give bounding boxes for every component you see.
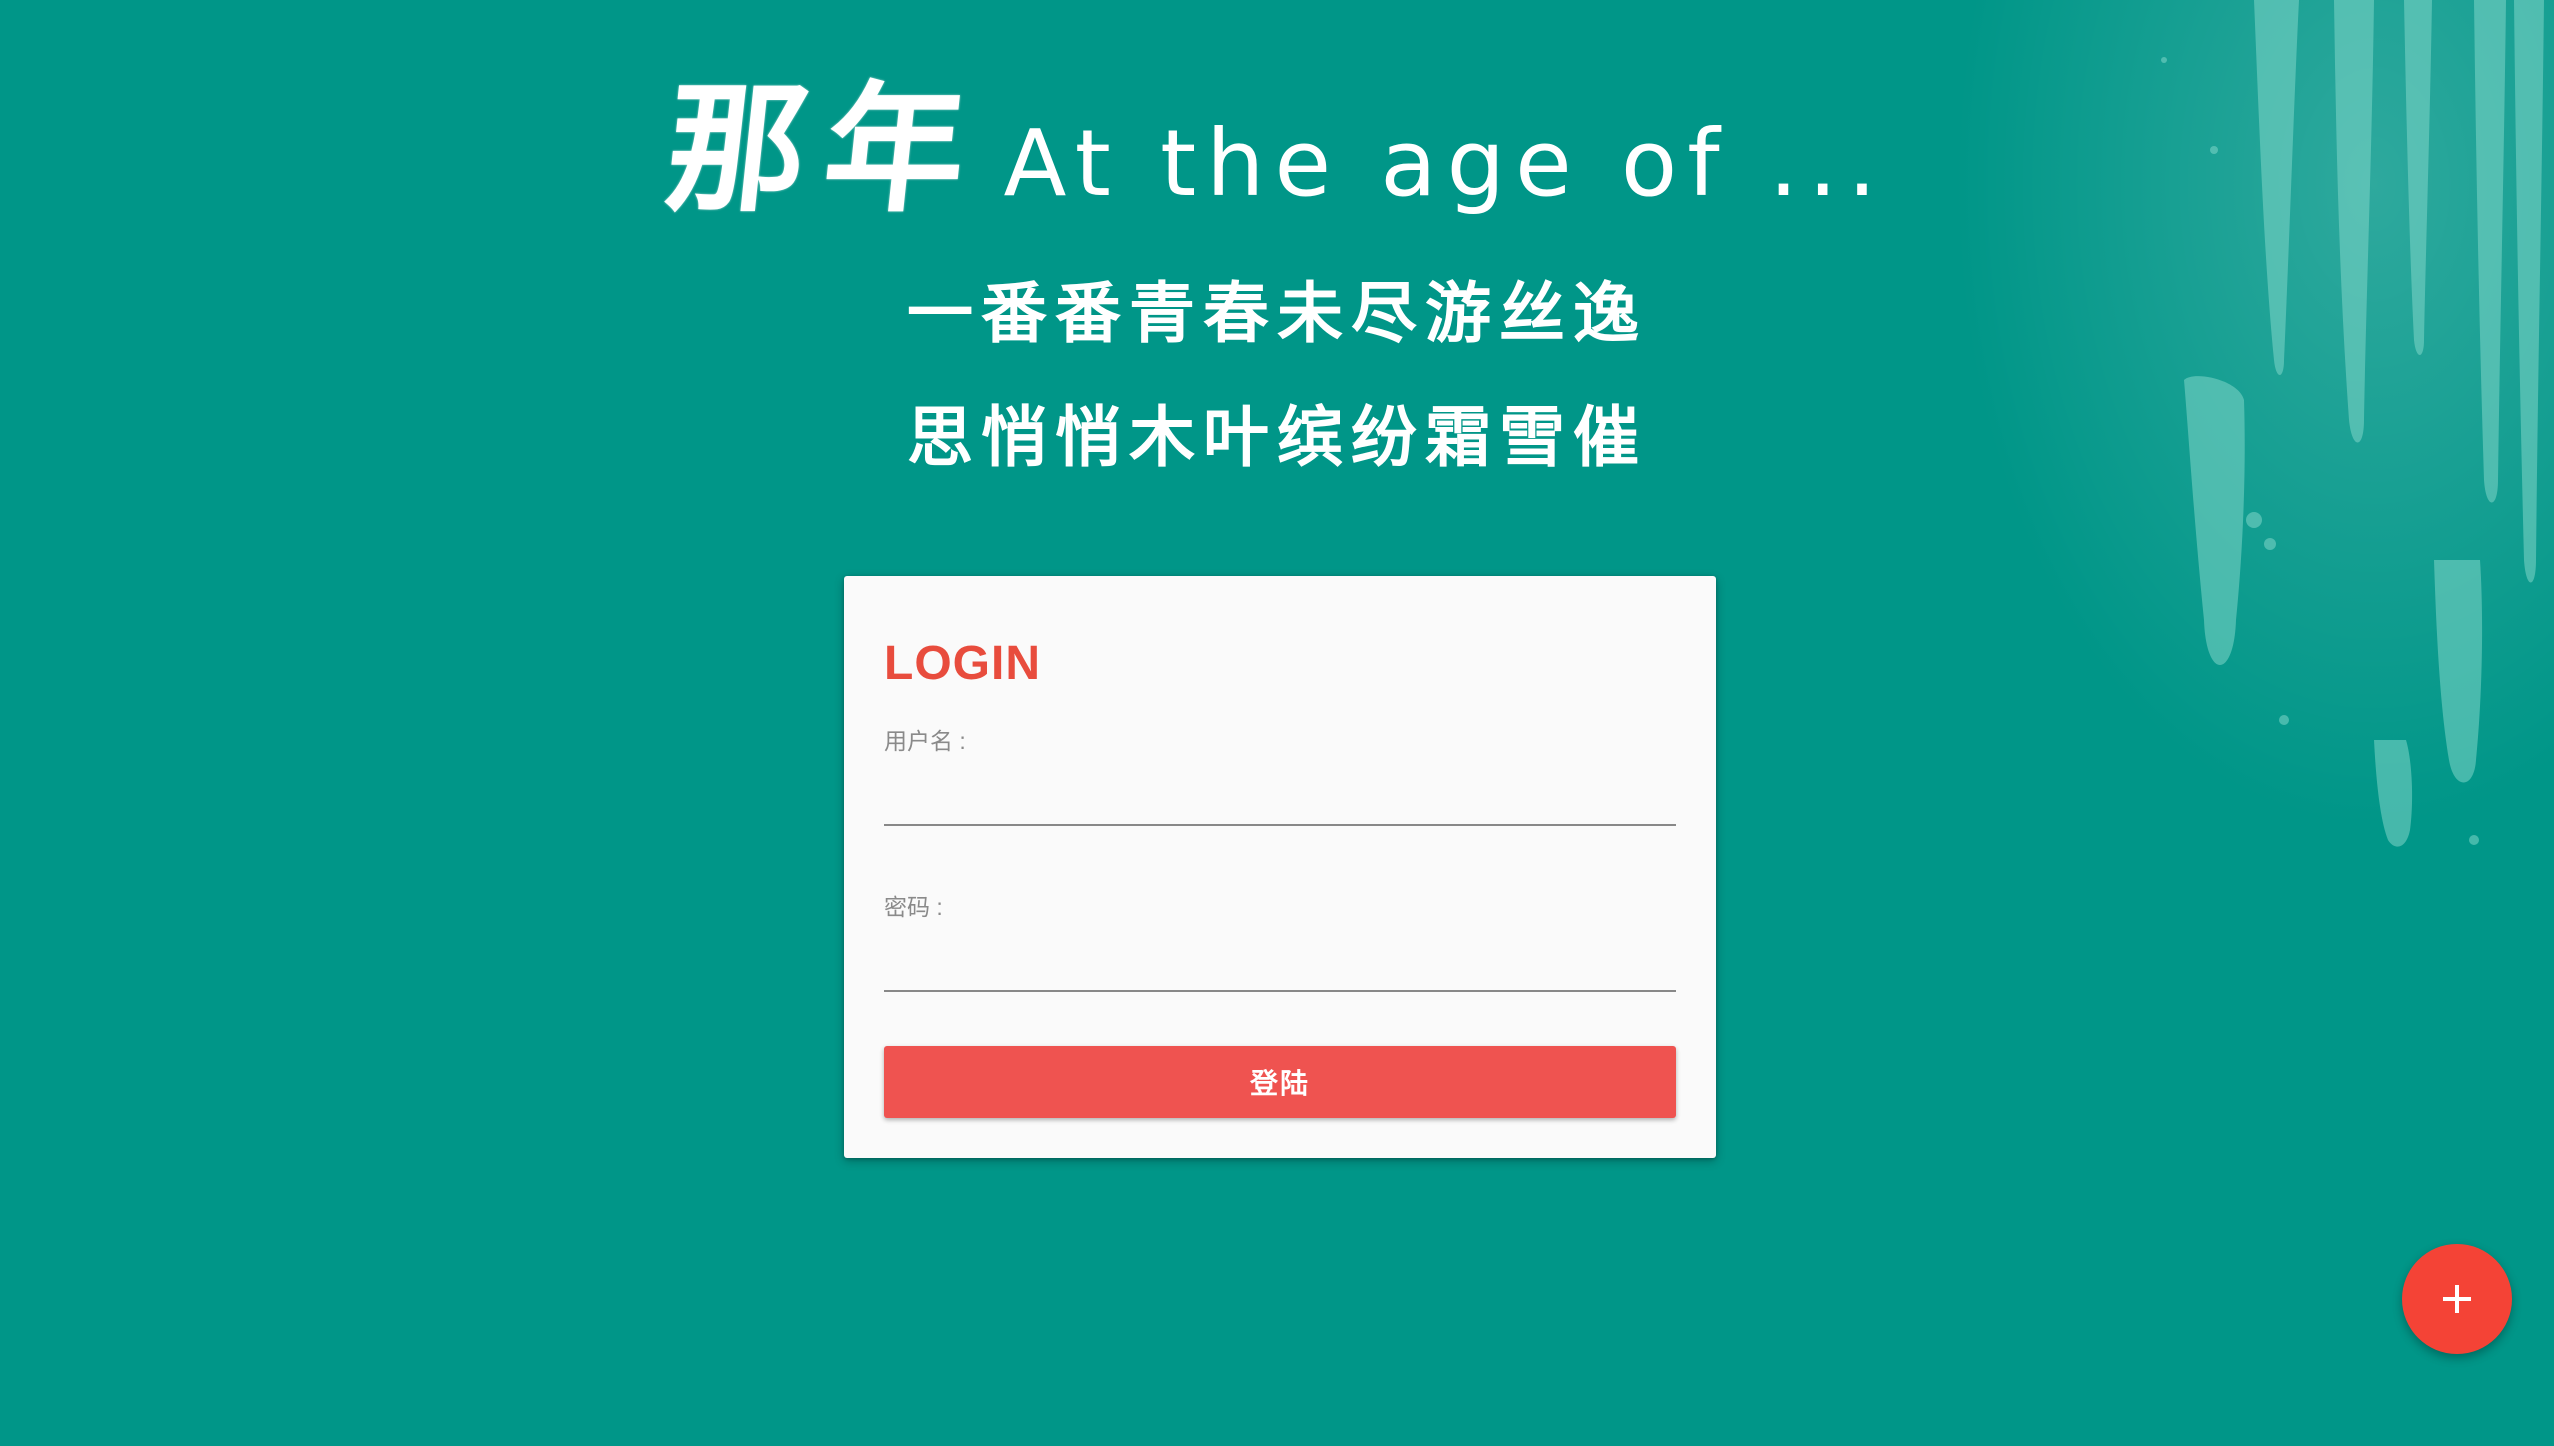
username-label: 用户名 : <box>884 728 966 754</box>
page: 那年 At the age of ... 一番番青春未尽游丝逸 思悄悄木叶缤纷霜… <box>0 0 2554 1446</box>
hero-poem-line-2: 思悄悄木叶缤纷霜雪催 <box>907 398 1647 476</box>
password-label: 密码 : <box>884 894 943 920</box>
hero-header: 那年 At the age of ... 一番番青春未尽游丝逸 思悄悄木叶缤纷霜… <box>0 50 2554 470</box>
login-card: LOGIN 用户名 : 密码 : 登陆 <box>844 576 1716 1158</box>
username-input[interactable] <box>884 766 1676 826</box>
password-input[interactable] <box>884 932 1676 992</box>
hero-title: 那年 At the age of ... <box>659 50 1887 232</box>
hero-title-en: At the age of ... <box>1003 110 1887 217</box>
hero-poem-line-1: 一番番青春未尽游丝逸 <box>907 274 1647 352</box>
plus-icon <box>2443 1285 2471 1313</box>
add-fab-button[interactable] <box>2402 1244 2512 1354</box>
login-button[interactable]: 登陆 <box>884 1046 1676 1118</box>
login-title: LOGIN <box>884 637 1041 690</box>
hero-title-cn: 那年 <box>658 68 993 232</box>
